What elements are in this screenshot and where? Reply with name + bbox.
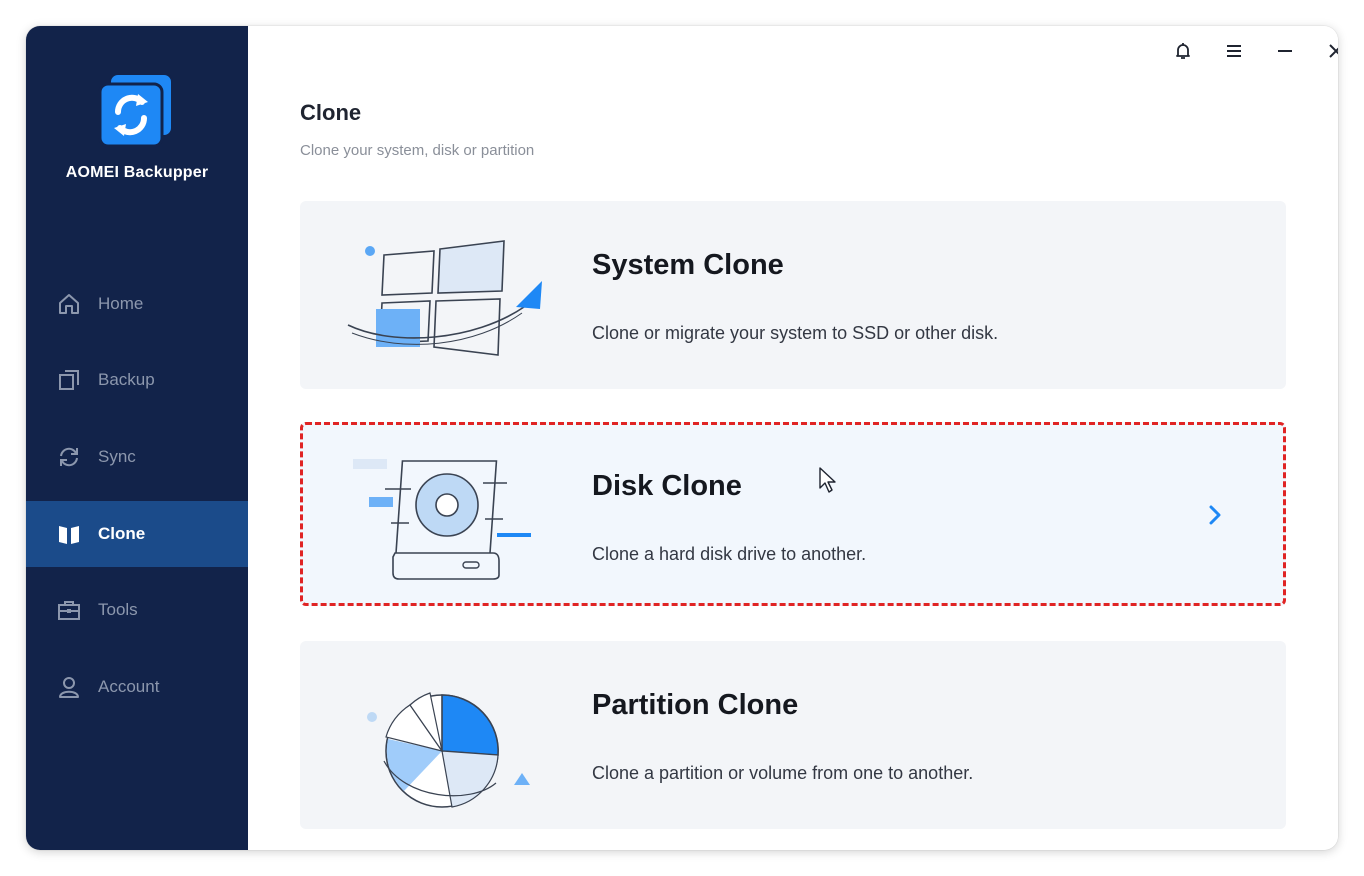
minimize-button[interactable] bbox=[1270, 36, 1300, 66]
chevron-right-icon[interactable] bbox=[1203, 501, 1227, 529]
page-title: Clone bbox=[300, 100, 362, 125]
card-description: Clone a partition or volume from one to … bbox=[592, 763, 974, 783]
partition-clone-card[interactable]: Partition Clone Clone a partition or vol… bbox=[300, 641, 1286, 829]
sync-icon bbox=[56, 444, 82, 470]
card-title: System Clone bbox=[592, 249, 784, 281]
windows-clone-icon bbox=[344, 229, 544, 369]
disk-clone-card[interactable]: Disk Clone Clone a hard disk drive to an… bbox=[300, 422, 1286, 606]
mouse-cursor-icon bbox=[819, 467, 836, 493]
menu-button[interactable] bbox=[1219, 36, 1249, 66]
bell-icon bbox=[1176, 43, 1190, 59]
backup-icon bbox=[56, 367, 82, 393]
app-name: AOMEI Backupper bbox=[65, 164, 209, 181]
page-subtitle: Clone your system, disk or partition bbox=[300, 142, 535, 159]
sidebar-item-sync[interactable]: Sync bbox=[26, 424, 248, 490]
system-clone-card[interactable]: System Clone Clone or migrate your syste… bbox=[300, 201, 1286, 389]
close-icon bbox=[1329, 44, 1338, 58]
sidebar-item-label: Home bbox=[98, 294, 144, 313]
card-title: Disk Clone bbox=[592, 470, 742, 502]
partition-pie-icon bbox=[344, 669, 544, 809]
sidebar-item-label: Account bbox=[98, 677, 160, 696]
sidebar-item-label: Sync bbox=[98, 447, 136, 466]
menu-icon bbox=[1227, 45, 1241, 57]
home-icon bbox=[56, 291, 82, 317]
disk-icon bbox=[347, 453, 547, 593]
app-window: AOMEI Backupper Home Backup Sync Clone T… bbox=[26, 26, 1338, 850]
card-title: Partition Clone bbox=[592, 689, 799, 721]
sidebar: AOMEI Backupper Home Backup Sync Clone T… bbox=[26, 26, 248, 850]
card-description: Clone a hard disk drive to another. bbox=[592, 544, 867, 564]
sidebar-item-label: Tools bbox=[98, 600, 138, 619]
sidebar-item-tools[interactable]: Tools bbox=[26, 577, 248, 643]
close-button[interactable] bbox=[1321, 36, 1338, 66]
notifications-button[interactable] bbox=[1168, 36, 1198, 66]
sidebar-item-label: Clone bbox=[98, 524, 146, 543]
clone-icon bbox=[56, 521, 82, 547]
app-logo-icon bbox=[98, 72, 176, 150]
main-content: Clone Clone your system, disk or partiti… bbox=[248, 26, 1338, 850]
minimize-icon bbox=[1278, 50, 1292, 52]
tools-icon bbox=[56, 597, 82, 623]
sidebar-item-home[interactable]: Home bbox=[26, 271, 248, 337]
card-description: Clone or migrate your system to SSD or o… bbox=[592, 323, 999, 343]
sidebar-item-label: Backup bbox=[98, 370, 155, 389]
account-icon bbox=[56, 674, 82, 700]
sidebar-item-backup[interactable]: Backup bbox=[26, 347, 248, 413]
sidebar-item-account[interactable]: Account bbox=[26, 654, 248, 720]
sidebar-item-clone[interactable]: Clone bbox=[26, 501, 248, 567]
